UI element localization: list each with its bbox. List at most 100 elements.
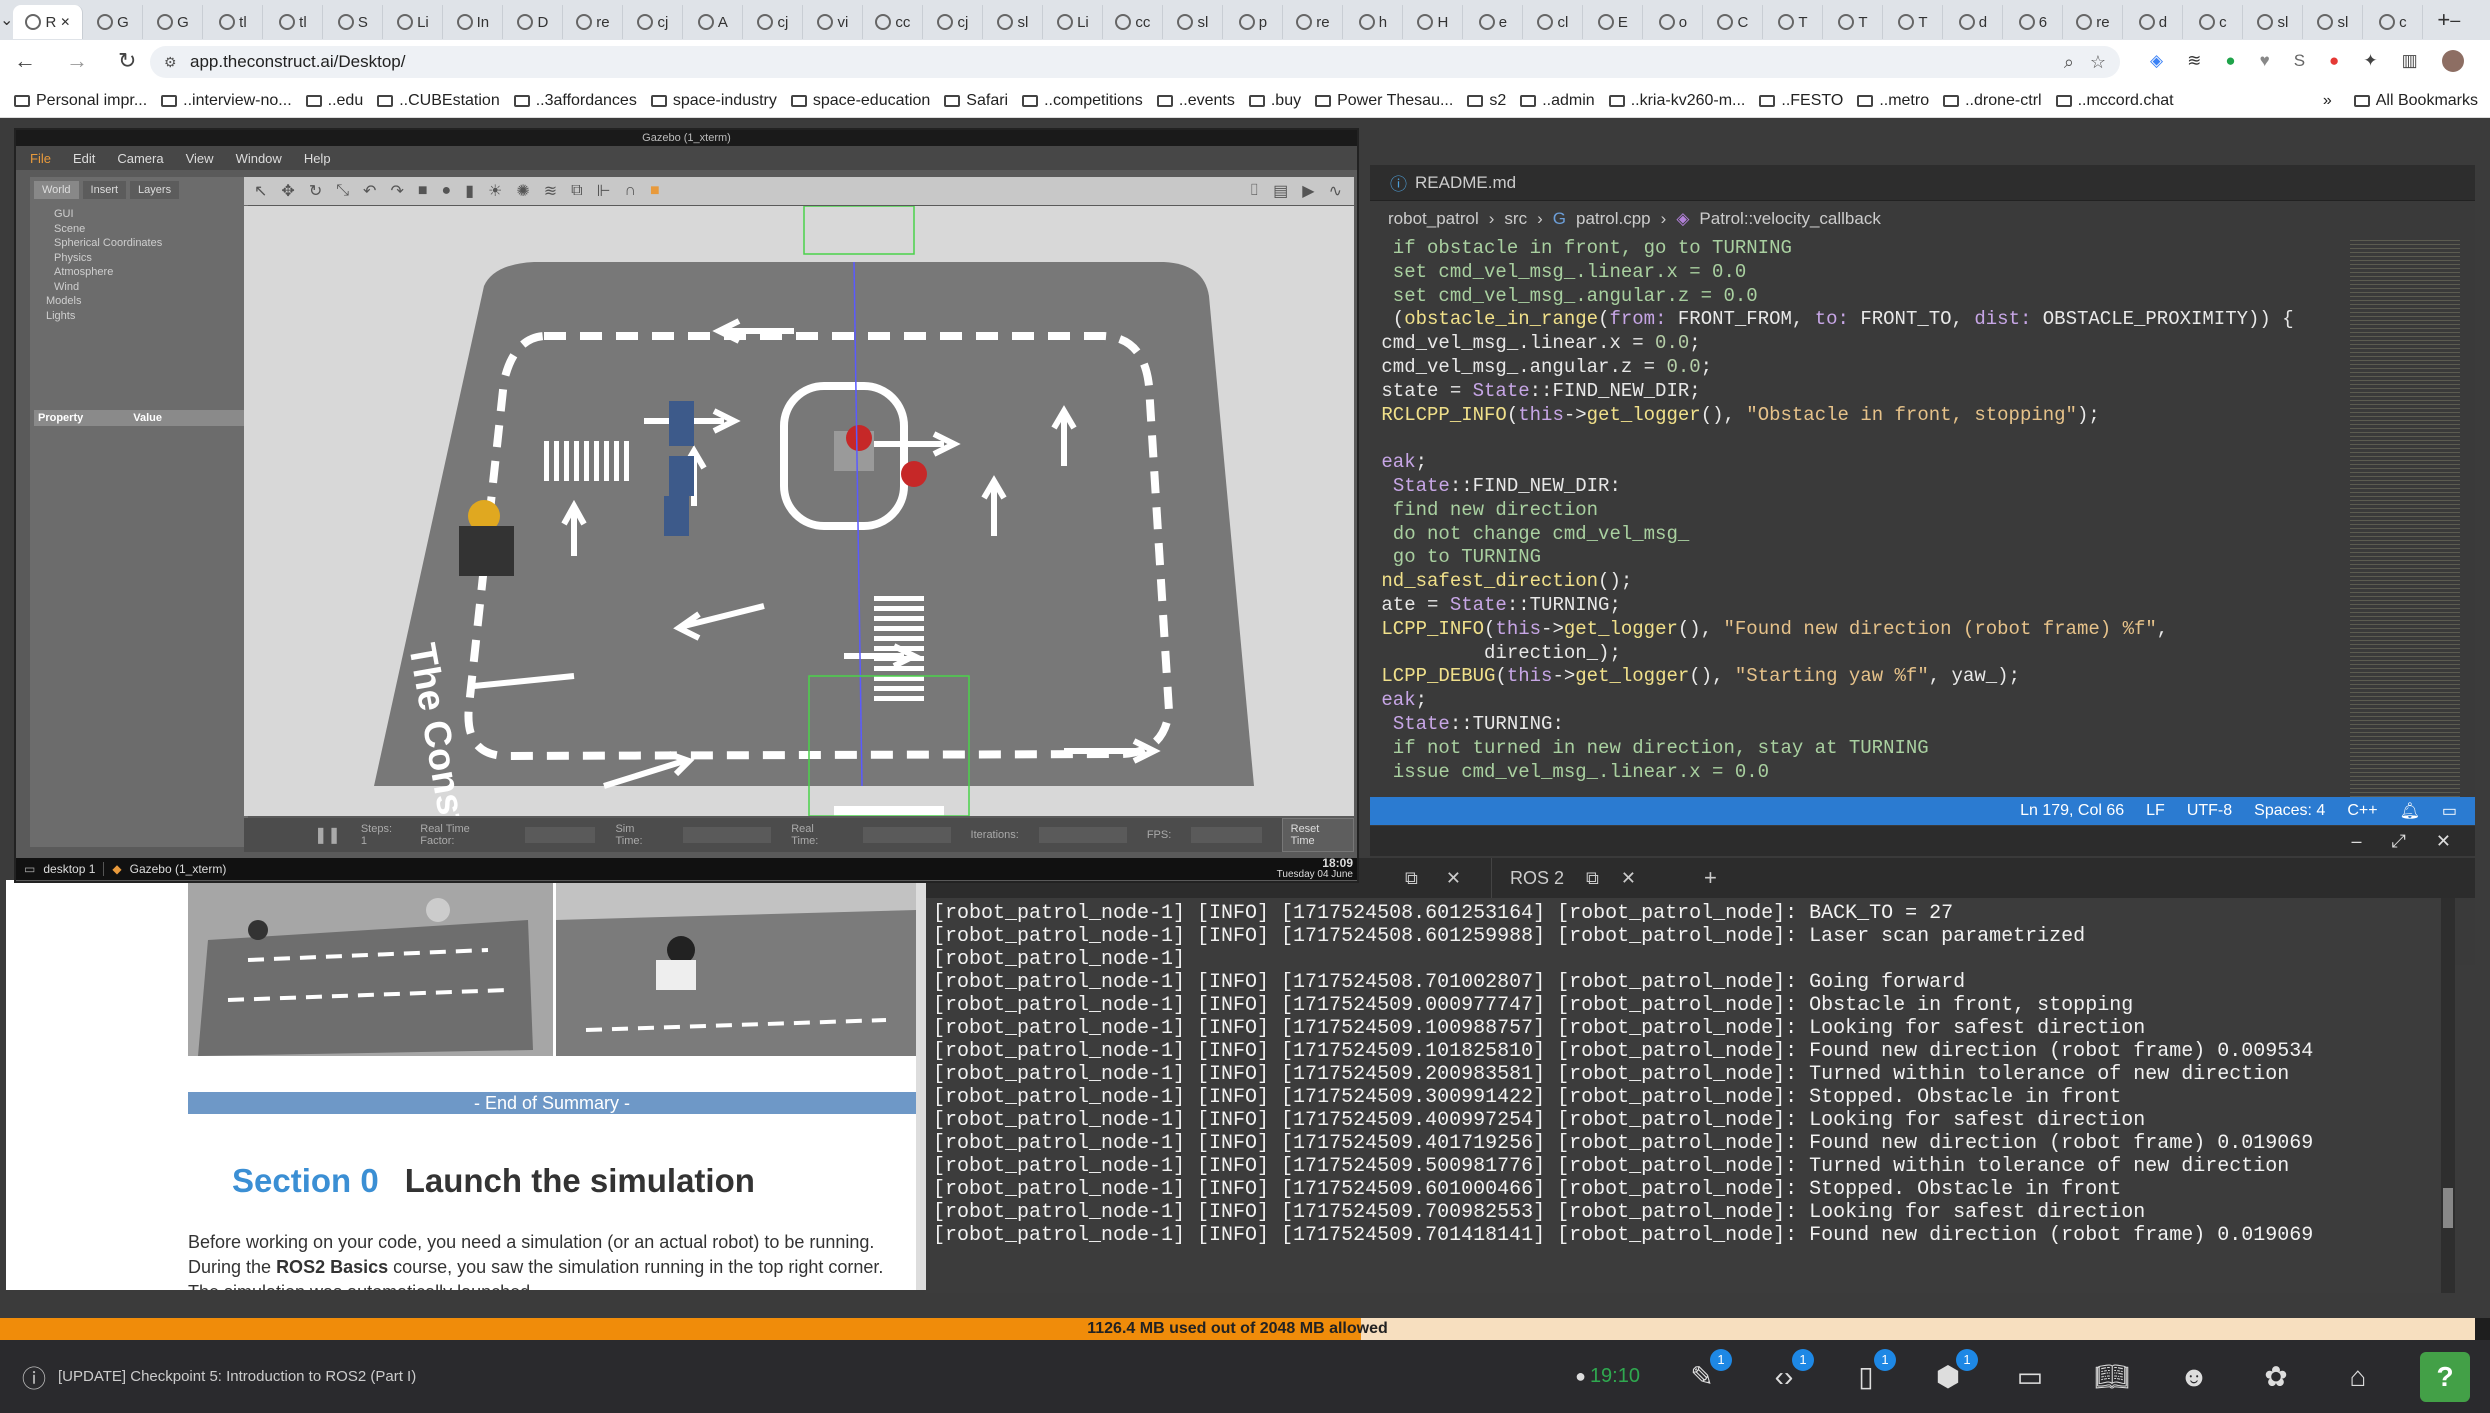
bookmark-item[interactable]: space-industry: [650, 92, 777, 110]
splitter[interactable]: [916, 865, 926, 1290]
browser-tab[interactable]: re: [1283, 5, 1344, 39]
desktop-label[interactable]: desktop 1: [43, 862, 95, 876]
log-icon[interactable]: ▤: [1273, 181, 1288, 201]
breadcrumb-item[interactable]: patrol.cpp: [1576, 209, 1651, 229]
browser-tab[interactable]: c: [2183, 5, 2244, 39]
new-tab-icon[interactable]: +: [2437, 7, 2450, 33]
browser-tab[interactable]: sl: [983, 5, 1044, 39]
browser-tab[interactable]: d: [1943, 5, 2004, 39]
update-notice[interactable]: [UPDATE] Checkpoint 5: Introduction to R…: [58, 1368, 416, 1385]
tab-world[interactable]: World: [34, 181, 79, 199]
menu-help[interactable]: Help: [304, 151, 331, 166]
profile-avatar[interactable]: [2441, 50, 2464, 72]
browser-tab[interactable]: cj: [623, 5, 684, 39]
bookmark-item[interactable]: ..drone-ctrl: [1943, 92, 2042, 110]
browser-tab[interactable]: G: [83, 5, 144, 39]
browser-tab[interactable]: cc: [863, 5, 924, 39]
status-encoding[interactable]: UTF-8: [2187, 802, 2232, 820]
tab-insert[interactable]: Insert: [82, 181, 127, 199]
book-icon[interactable]: 📖︎: [2092, 1357, 2132, 1397]
sidepanel-icon[interactable]: ▥: [2402, 51, 2418, 71]
forward-icon[interactable]: →: [66, 48, 88, 74]
extension-red-icon[interactable]: ●: [2329, 51, 2339, 71]
add-terminal-icon[interactable]: +: [1704, 865, 1717, 891]
bookmark-item[interactable]: ..edu: [305, 92, 363, 110]
extension-s-icon[interactable]: S: [2294, 51, 2305, 71]
robot-icon[interactable]: ☻: [2174, 1357, 2214, 1397]
box-shape-icon[interactable]: ■: [418, 182, 428, 200]
browser-tab[interactable]: tl: [203, 5, 264, 39]
tab-readme[interactable]: ⓘ README.md: [1370, 165, 1536, 201]
menu-window[interactable]: Window: [236, 151, 282, 166]
expand-panel-icon[interactable]: ⤢: [2392, 831, 2406, 852]
browser-tab[interactable]: H: [1403, 5, 1464, 39]
browser-tab[interactable]: T: [1763, 5, 1824, 39]
bookmarks-overflow-icon[interactable]: »: [2323, 92, 2332, 110]
browser-tab[interactable]: e: [1463, 5, 1524, 39]
zoom-icon[interactable]: ⌕: [2064, 52, 2074, 73]
browser-tab[interactable]: cc: [1103, 5, 1164, 39]
bookmark-item[interactable]: s2: [1467, 92, 1506, 110]
bookmark-star-icon[interactable]: ☆: [2090, 52, 2106, 73]
browser-tab[interactable]: sl: [2243, 5, 2304, 39]
browser-tab[interactable]: c: [2363, 5, 2424, 39]
world-tree-item[interactable]: Spherical Coordinates: [54, 236, 248, 251]
course-link[interactable]: ROS2 Basics: [276, 1257, 388, 1277]
extensions-puzzle-icon[interactable]: ✦: [2363, 51, 2377, 71]
menu-camera[interactable]: Camera: [117, 151, 163, 166]
browser-tab[interactable]: re: [2063, 5, 2124, 39]
terminal-scrollbar[interactable]: [2441, 898, 2455, 1293]
browser-tab[interactable]: R ✕: [13, 5, 84, 39]
breadcrumb-item[interactable]: src: [1504, 209, 1527, 229]
world-tree-item[interactable]: Lights: [46, 309, 248, 324]
bell-icon[interactable]: 🔔︎: [2400, 801, 2420, 821]
world-tree-item[interactable]: Wind: [54, 280, 248, 295]
close-panel-icon[interactable]: ✕: [2436, 831, 2451, 852]
screenshot-icon[interactable]: ⌷: [1250, 182, 1260, 200]
minimize-icon[interactable]: –: [2450, 10, 2460, 31]
browser-tab[interactable]: cj: [923, 5, 984, 39]
back-icon[interactable]: ←: [14, 48, 36, 74]
layout-icon[interactable]: ▭: [2442, 801, 2457, 821]
browser-tab[interactable]: cl: [1523, 5, 1584, 39]
extension-layers-icon[interactable]: ≋: [2187, 51, 2201, 71]
notebook-icon[interactable]: ✎ 1: [1682, 1348, 1732, 1397]
select-tool-icon[interactable]: ↖: [254, 181, 267, 201]
minimap[interactable]: [2350, 237, 2460, 797]
url-field[interactable]: ⚙ app.theconstruct.ai/Desktop/ ⌕ ☆: [150, 46, 2120, 78]
extension-heart-icon[interactable]: ♥: [2260, 51, 2270, 71]
status-language[interactable]: C++: [2347, 802, 2377, 820]
menu-view[interactable]: View: [186, 151, 214, 166]
bookmark-item[interactable]: ..interview-no...: [161, 92, 292, 110]
bookmark-item[interactable]: ..FESTO: [1759, 92, 1843, 110]
world-tree-item[interactable]: Physics: [54, 251, 248, 266]
popout-icon[interactable]: ⧉: [1405, 868, 1418, 889]
undo-icon[interactable]: ↶: [363, 181, 376, 201]
reload-icon[interactable]: ↻: [118, 48, 136, 74]
bookmark-item[interactable]: Personal impr...: [14, 92, 147, 110]
bookmark-item[interactable]: .buy: [1248, 92, 1301, 110]
align-icon[interactable]: ⊩: [597, 181, 611, 201]
browser-tab[interactable]: Li: [1043, 5, 1104, 39]
pause-icon[interactable]: ❚❚: [314, 825, 341, 845]
site-info-icon[interactable]: ⚙: [164, 54, 177, 71]
sphere-shape-icon[interactable]: ●: [442, 182, 452, 200]
close-tab-icon[interactable]: ✕: [60, 15, 70, 29]
bookmark-item[interactable]: ..admin: [1520, 92, 1595, 110]
bookmark-item[interactable]: ..3affordances: [513, 92, 637, 110]
gazebo-task[interactable]: Gazebo (1_xterm): [130, 862, 227, 876]
world-tree-item[interactable]: Atmosphere: [54, 265, 248, 280]
snap-icon[interactable]: ∩: [625, 182, 637, 200]
browser-tab[interactable]: tl: [263, 5, 324, 39]
browser-tab[interactable]: S: [323, 5, 384, 39]
browser-tab[interactable]: p: [1223, 5, 1284, 39]
translate-tool-icon[interactable]: ✥: [281, 181, 294, 201]
sun-light-icon[interactable]: ☀: [488, 181, 502, 201]
scale-tool-icon[interactable]: ⤡: [336, 182, 349, 200]
world-tree-item[interactable]: Scene: [54, 222, 248, 237]
spot-light-icon[interactable]: ≋: [544, 181, 557, 201]
reset-time-button[interactable]: Reset Time: [1281, 818, 1354, 852]
browser-tab[interactable]: T: [1883, 5, 1944, 39]
point-light-icon[interactable]: ✺: [516, 181, 529, 201]
browser-tab[interactable]: sl: [1163, 5, 1224, 39]
